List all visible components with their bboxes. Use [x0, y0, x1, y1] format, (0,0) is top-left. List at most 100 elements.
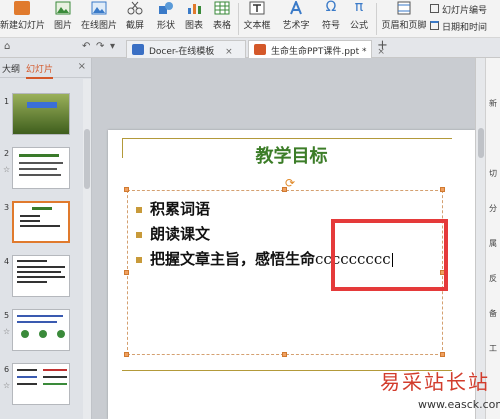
- slide-number-icon: [430, 4, 439, 13]
- animation-star-icon: ☆: [3, 381, 11, 390]
- resize-handle[interactable]: [124, 270, 129, 275]
- online-picture-button[interactable]: 在线图片: [80, 0, 118, 38]
- textbox-button[interactable]: 文本框: [240, 0, 274, 38]
- thumbnail-line: [17, 276, 65, 278]
- chart-icon: [188, 4, 201, 14]
- slide-thumbnail-6[interactable]: [12, 363, 70, 405]
- slide-number: 2: [4, 149, 10, 158]
- thumbnail-line: [20, 225, 60, 227]
- task-pane-item-properties[interactable]: 属: [489, 238, 499, 249]
- rotate-handle-icon[interactable]: ⟳: [285, 176, 295, 190]
- task-pane-item-new[interactable]: 新: [489, 98, 499, 109]
- date-time-icon: [430, 21, 439, 30]
- resize-handle[interactable]: [282, 352, 287, 357]
- picture-button[interactable]: 图片: [48, 0, 78, 38]
- pane-scrollbar-thumb[interactable]: [84, 129, 90, 189]
- slide-thumbnail-5[interactable]: [12, 309, 70, 351]
- undo-icon[interactable]: ↶: [82, 41, 90, 52]
- slide-thumbnail-1[interactable]: [12, 93, 70, 135]
- tab-docer-templates[interactable]: Docer-在线模板 ×: [126, 40, 246, 58]
- tab-label: 生命生命PPT课件.ppt *: [271, 47, 367, 57]
- watermark-url: www.easck.com: [418, 398, 500, 411]
- bullet-marker: [136, 207, 142, 213]
- formula-icon: π: [354, 0, 364, 15]
- tab-current-document[interactable]: 生命生命PPT课件.ppt * ×: [248, 40, 385, 58]
- new-slide-button[interactable]: 新建幻灯片: [0, 0, 45, 38]
- slide-thumbnail-2[interactable]: [12, 147, 70, 189]
- thumbnail-line: [43, 383, 67, 385]
- thumbnail-line: [17, 315, 63, 317]
- thumbnail-line: [17, 266, 65, 268]
- task-pane-item-feedback[interactable]: 反: [489, 273, 499, 284]
- resize-handle[interactable]: [440, 352, 445, 357]
- resize-handle[interactable]: [124, 352, 129, 357]
- thumbnail-line: [19, 162, 63, 164]
- shape-button[interactable]: 形状: [152, 0, 180, 38]
- close-icon[interactable]: ×: [78, 61, 86, 72]
- thumbnail-shape: [57, 330, 65, 338]
- highlight-box: [331, 219, 448, 291]
- formula-button[interactable]: π 公式: [346, 0, 372, 38]
- task-pane-item-split[interactable]: 分: [489, 203, 499, 214]
- chevron-down-icon[interactable]: ▾: [110, 41, 115, 52]
- thumbnail-line: [19, 174, 61, 176]
- slides-pane: 大纲 幻灯片 × 1 2 ☆ 3 4 5 ☆ 6 ☆: [0, 58, 92, 419]
- bullet-text: 积累词语: [150, 200, 211, 218]
- symbol-button[interactable]: Ω 符号: [318, 0, 344, 38]
- thumbnail-line: [19, 154, 59, 157]
- wordart-button[interactable]: 艺术字: [278, 0, 314, 38]
- ppt-file-icon: [254, 44, 266, 55]
- date-time-button[interactable]: 日期和时间: [430, 19, 500, 33]
- thumbnail-shape: [21, 330, 29, 338]
- header-footer-icon: [397, 1, 411, 15]
- screenshot-icon: [127, 1, 143, 15]
- thumbnail-image: [13, 94, 69, 134]
- bullet-item[interactable]: 朗读课文: [136, 223, 210, 244]
- task-pane-item-backup[interactable]: 备: [489, 308, 499, 319]
- watermark-text: 易采站长站: [380, 370, 490, 394]
- slide-title[interactable]: 教学目标: [108, 142, 475, 168]
- document-tab-bar: ⌂ ↶ ↷ ▾ Docer-在线模板 × 生命生命PPT课件.ppt * × +: [0, 38, 500, 58]
- header-footer-button[interactable]: 页眉和页脚: [380, 0, 428, 38]
- thumbnail-line: [43, 376, 67, 378]
- home-icon[interactable]: ⌂: [4, 41, 10, 52]
- picture-icon: [55, 1, 71, 15]
- slide-thumbnail-list: 1 2 ☆ 3 4 5 ☆ 6 ☆: [0, 79, 84, 419]
- animation-star-icon: ☆: [3, 165, 11, 174]
- thumbnail-line: [17, 383, 37, 385]
- thumbnail-line: [19, 168, 57, 170]
- redo-icon[interactable]: ↷: [96, 41, 104, 52]
- task-pane-item-switch[interactable]: 切: [489, 168, 499, 179]
- task-pane-item-tools[interactable]: 工: [489, 343, 499, 354]
- thumbnail-line: [17, 376, 37, 378]
- tab-label: Docer-在线模板: [149, 47, 215, 57]
- pane-scrollbar[interactable]: [83, 79, 91, 419]
- thumbnail-line: [17, 369, 37, 371]
- screenshot-button[interactable]: 截屏: [120, 0, 150, 38]
- resize-handle[interactable]: [124, 187, 129, 192]
- slide-number-button[interactable]: 幻灯片编号: [430, 2, 500, 16]
- ribbon-separator: [238, 3, 239, 35]
- slide-number: 4: [4, 257, 10, 266]
- wordart-icon: [290, 1, 302, 15]
- canvas-scrollbar[interactable]: [475, 58, 485, 419]
- table-button[interactable]: 表格: [208, 0, 236, 38]
- bullet-text: 把握文章主旨，感悟生命: [150, 250, 316, 268]
- task-pane-sidebar: 新 切 分 属 反 备 工: [485, 58, 500, 419]
- thumbnail-line: [32, 207, 52, 210]
- resize-handle[interactable]: [440, 187, 445, 192]
- close-icon[interactable]: ×: [225, 47, 233, 57]
- table-icon: [214, 1, 230, 15]
- bullet-item[interactable]: 积累词语: [136, 198, 210, 219]
- add-tab-button[interactable]: +: [377, 38, 388, 53]
- thumbnail-line: [17, 271, 61, 273]
- thumbnail-line: [17, 321, 57, 323]
- tab-slides[interactable]: 幻灯片: [26, 62, 54, 79]
- slide-thumbnail-4[interactable]: [12, 255, 70, 297]
- bullet-marker: [136, 257, 142, 263]
- slide-thumbnail-3[interactable]: [12, 201, 70, 243]
- tab-outline[interactable]: 大纲: [2, 62, 20, 75]
- slide-number: 3: [4, 203, 10, 212]
- canvas-scrollbar-thumb[interactable]: [478, 128, 484, 158]
- chart-button[interactable]: 图表: [182, 0, 206, 38]
